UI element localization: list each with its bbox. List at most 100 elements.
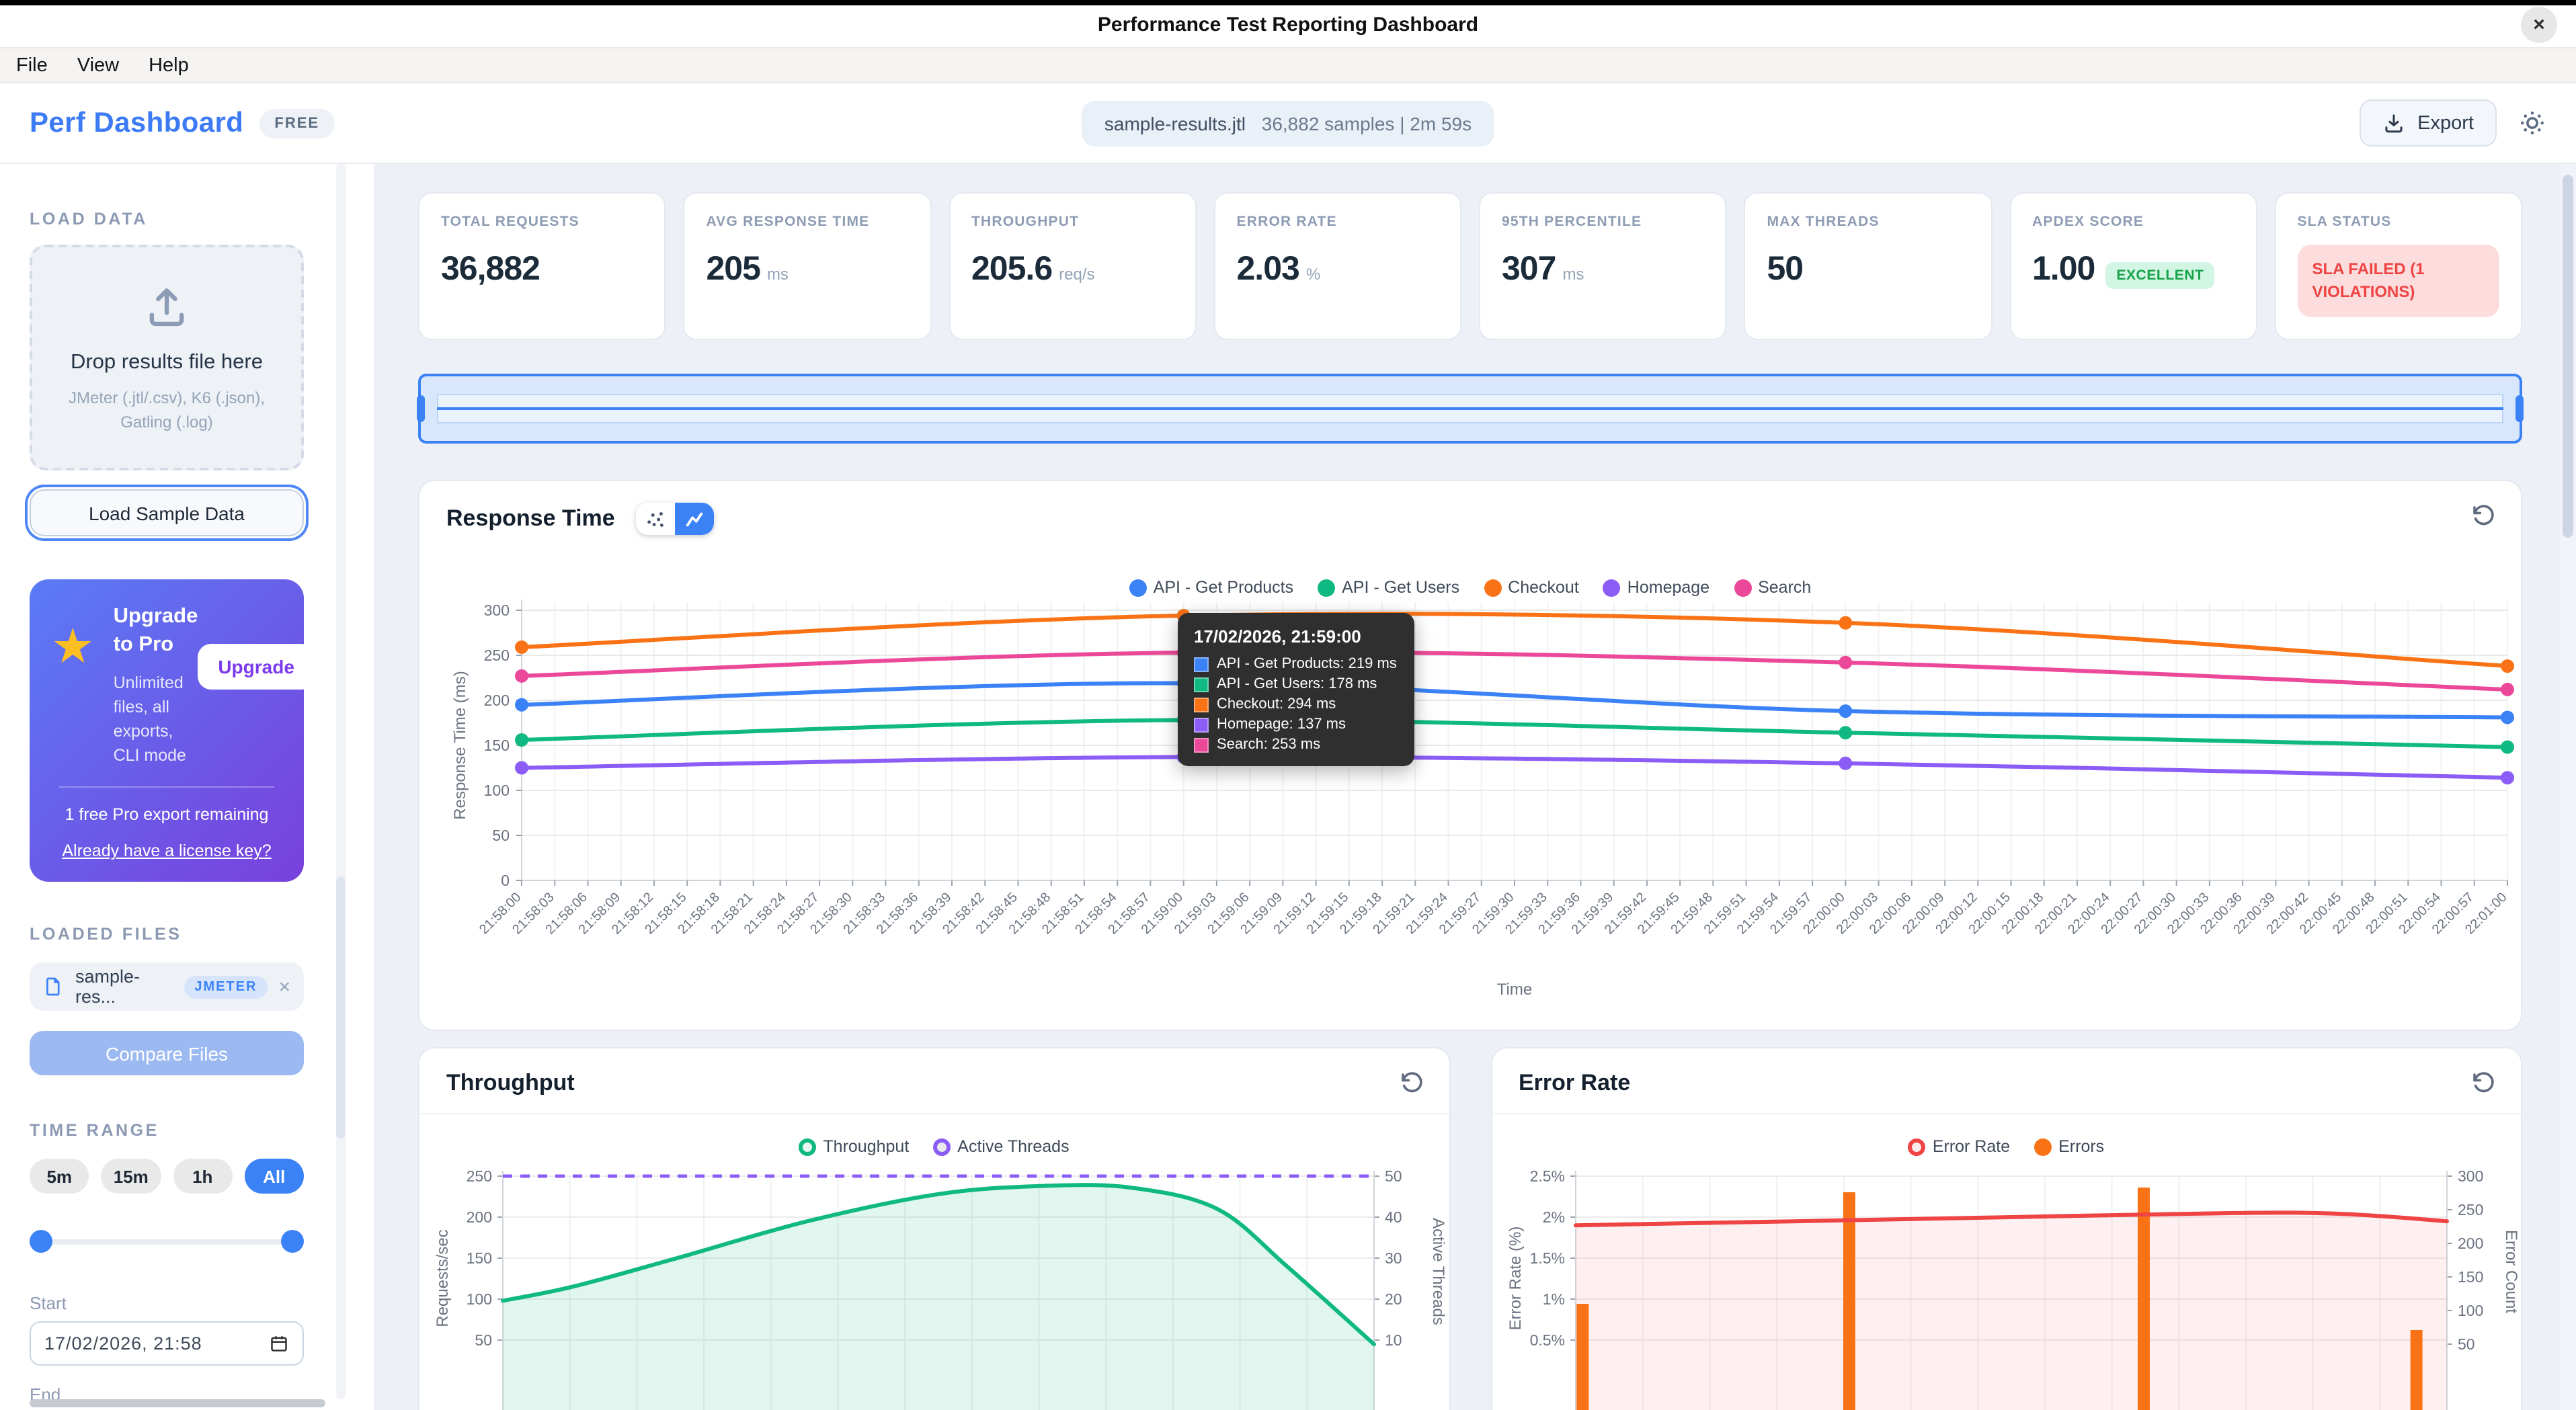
main-scrollbar-thumb[interactable] [2563, 175, 2573, 538]
error-rate-title: Error Rate [1519, 1070, 1630, 1097]
kpi-unit: ms [1562, 265, 1584, 284]
kpi-card-4: ERROR RATE 2.03% [1214, 192, 1462, 340]
upgrade-title: Upgrade to Pro [114, 604, 198, 660]
slider-handle-end[interactable] [281, 1231, 304, 1253]
tooltip-row: Search: 253 ms [1194, 737, 1398, 753]
sun-icon [2518, 109, 2546, 137]
sidebar-hscrollbar-thumb[interactable] [30, 1399, 325, 1407]
remove-file-button[interactable]: × [278, 976, 290, 999]
upgrade-button[interactable]: Upgrade [198, 644, 315, 690]
throughput-chart[interactable]: 501001502002501020304050Requests/secActi… [430, 1164, 1449, 1410]
sidebar-scrollbar-thumb[interactable] [336, 876, 346, 1138]
kpi-card-3: THROUGHPUT205.6req/s [949, 192, 1197, 340]
upgrade-description: Unlimited files, all exports, CLI mode [114, 671, 198, 768]
tooltip-series-value: API - Get Users: 178 ms [1217, 676, 1377, 692]
kpi-unit: % [1306, 265, 1320, 284]
legend-item-error-rate[interactable]: Error Rate [1908, 1137, 2010, 1156]
legend-swatch [799, 1138, 816, 1155]
error-rate-legend: Error Rate Errors [1492, 1137, 2521, 1156]
time-range-slider[interactable] [30, 1231, 304, 1253]
svg-text:0.5%: 0.5% [1529, 1331, 1564, 1349]
start-datetime-value: 17/02/2026, 21:58 [44, 1334, 202, 1354]
reset-zoom-button[interactable] [1398, 1069, 1424, 1100]
upgrade-divider [59, 787, 274, 788]
legend-label: Errors [2058, 1137, 2104, 1156]
brush-handle-right[interactable] [2515, 395, 2524, 422]
line-mode-button[interactable] [676, 503, 715, 535]
kpi-unit: req/s [1059, 265, 1094, 284]
svg-text:50: 50 [475, 1331, 492, 1349]
compare-files-button[interactable]: Compare Files [30, 1032, 304, 1076]
reset-zoom-button[interactable] [2470, 1069, 2497, 1100]
calendar-icon[interactable] [269, 1334, 289, 1354]
response-time-chart[interactable]: 05010015020025030021:58:0021:58:0321:58:… [446, 575, 2515, 1005]
legend-item-errors[interactable]: Errors [2034, 1137, 2104, 1156]
svg-text:30: 30 [1385, 1249, 1402, 1267]
svg-text:250: 250 [467, 1167, 492, 1185]
legend-swatch [933, 1138, 951, 1155]
kpi-card-8: SLA STATUSSLA FAILED (1 VIOLATIONS) [2275, 192, 2523, 340]
menu-item-view[interactable]: View [77, 54, 119, 76]
svg-text:250: 250 [2457, 1201, 2483, 1218]
kpi-card-1: TOTAL REQUESTS36,882 [418, 192, 666, 340]
kpi-value: 2.03 [1237, 250, 1299, 289]
preset-1h[interactable]: 1h [173, 1159, 233, 1194]
error-rate-chart[interactable]: 0.5%1%1.5%2%2.5%50100150200250300Error R… [1502, 1164, 2522, 1410]
window-close-button[interactable]: × [2521, 7, 2557, 43]
scatter-mode-button[interactable] [637, 503, 676, 535]
preset-15m[interactable]: 15m [102, 1159, 161, 1194]
svg-text:250: 250 [484, 647, 510, 664]
start-datetime-input[interactable]: 17/02/2026, 21:58 [30, 1322, 304, 1366]
svg-text:200: 200 [484, 692, 510, 709]
license-key-link[interactable]: Already have a license key? [51, 842, 282, 861]
svg-text:100: 100 [484, 782, 510, 799]
svg-text:2%: 2% [1542, 1208, 1564, 1226]
tooltip-series-swatch [1194, 717, 1209, 732]
tooltip-row: API - Get Users: 178 ms [1194, 676, 1398, 692]
svg-text:Error Count: Error Count [2501, 1230, 2520, 1313]
svg-text:20: 20 [1385, 1290, 1402, 1308]
download-icon [2382, 112, 2405, 134]
svg-text:10: 10 [1385, 1331, 1402, 1349]
svg-text:150: 150 [467, 1249, 492, 1267]
slider-handle-start[interactable] [30, 1231, 52, 1253]
load-sample-data-button[interactable]: Load Sample Data [30, 489, 304, 536]
load-data-heading: LOAD DATA [30, 210, 304, 229]
export-button[interactable]: Export [2360, 99, 2497, 147]
chart-mode-toggle [637, 503, 715, 535]
reset-zoom-button[interactable] [2470, 501, 2497, 532]
svg-text:150: 150 [484, 737, 510, 754]
theme-toggle-button[interactable] [2518, 109, 2546, 137]
svg-text:100: 100 [2457, 1302, 2483, 1319]
kpi-label: APDEX SCORE [2032, 214, 2235, 230]
tooltip-row: Checkout: 294 ms [1194, 696, 1398, 712]
plan-badge: FREE [259, 108, 334, 138]
kpi-value: 205.6 [971, 250, 1052, 289]
file-dropzone[interactable]: Drop results file here JMeter (.jtl/.csv… [30, 245, 304, 470]
sidebar-scrollbar-track[interactable] [336, 164, 346, 1399]
preset-all[interactable]: All [245, 1159, 305, 1194]
svg-text:300: 300 [484, 602, 510, 619]
upload-icon [141, 281, 192, 332]
svg-text:Response Time (ms): Response Time (ms) [451, 671, 469, 819]
legend-item-active-threads[interactable]: Active Threads [933, 1137, 1069, 1156]
svg-text:Active Threads: Active Threads [1429, 1218, 1447, 1325]
menu-item-file[interactable]: File [16, 54, 48, 76]
svg-text:Requests/sec: Requests/sec [434, 1229, 452, 1327]
tooltip-series-swatch [1194, 657, 1209, 671]
brush-handle-left[interactable] [417, 395, 425, 422]
preset-5m[interactable]: 5m [30, 1159, 89, 1194]
loaded-file-meta: 36,882 samples | 2m 59s [1262, 112, 1472, 134]
export-label: Export [2417, 112, 2474, 134]
throughput-title: Throughput [446, 1070, 575, 1097]
time-brush[interactable] [418, 374, 2522, 444]
brush-overview-line [437, 407, 2503, 410]
svg-text:100: 100 [467, 1290, 492, 1308]
slider-track[interactable] [30, 1240, 304, 1245]
menu-item-help[interactable]: Help [149, 54, 189, 76]
kpi-unit: ms [767, 265, 789, 284]
upgrade-card: ★ Upgrade to Pro Unlimited files, all ex… [30, 579, 304, 882]
kpi-label: ERROR RATE [1237, 214, 1439, 230]
legend-item-throughput[interactable]: Throughput [799, 1137, 909, 1156]
svg-text:50: 50 [2457, 1335, 2474, 1353]
